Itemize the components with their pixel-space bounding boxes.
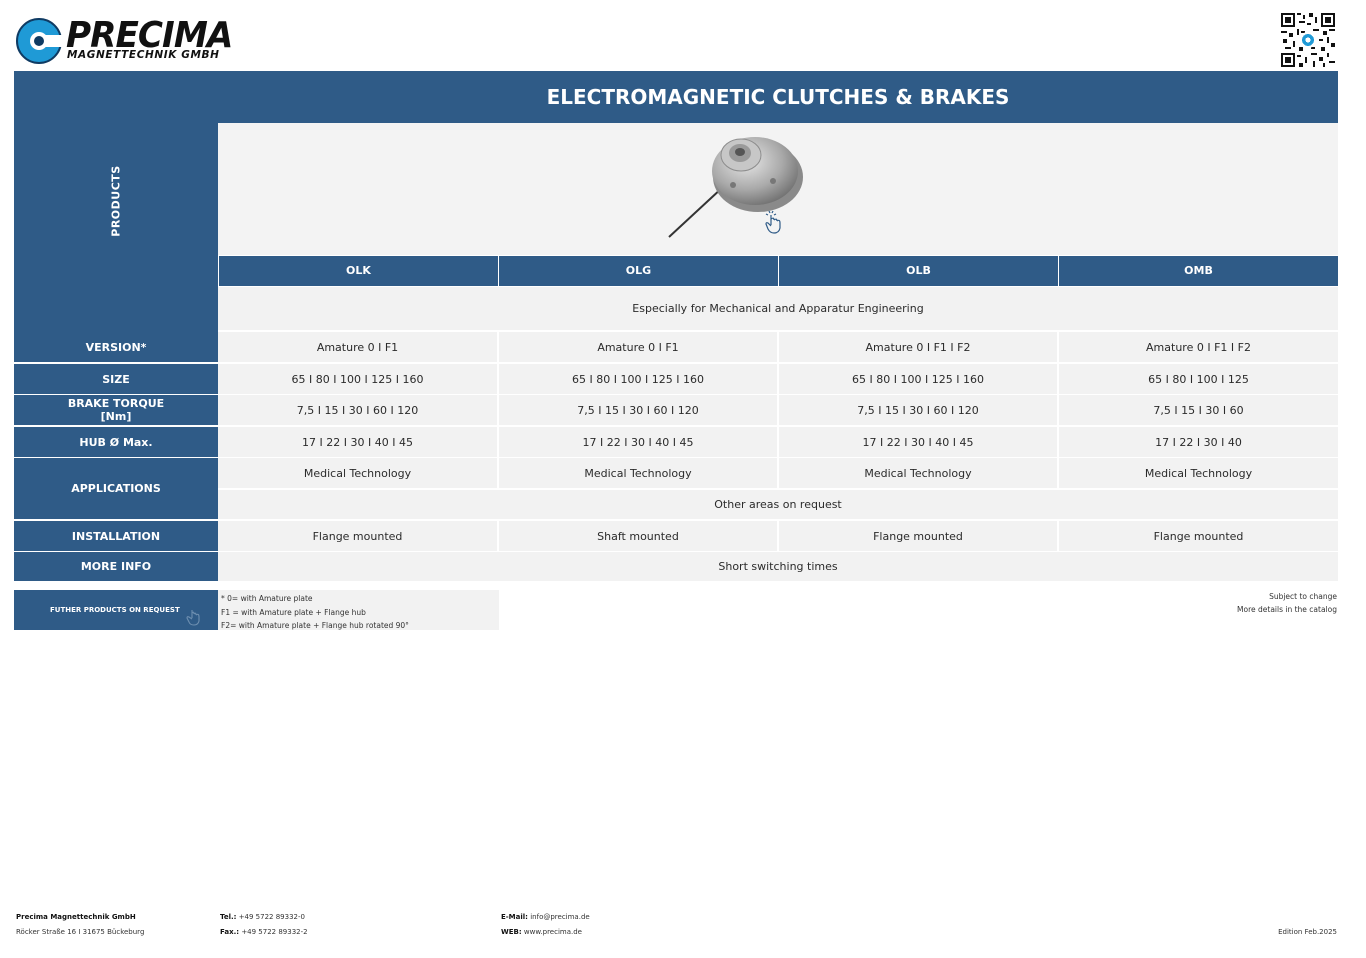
row-label-installation: INSTALLATION	[14, 521, 218, 551]
applications-olk: Medical Technology	[218, 458, 497, 488]
footer-fax: +49 5722 89332-2	[241, 928, 308, 936]
footer-contact-block: E-Mail: info@precima.de WEB: www.precima…	[501, 910, 590, 940]
version-olb: Amature 0 I F1 I F2	[779, 332, 1057, 362]
applications-other: Other areas on request	[218, 490, 1338, 519]
version-omb: Amature 0 I F1 I F2	[1059, 332, 1338, 362]
version-footnotes: * 0= with Amature plate F1 = with Amatur…	[218, 590, 499, 630]
hub-olk: 17 I 22 I 30 I 40 I 45	[218, 427, 497, 457]
size-olb: 65 I 80 I 100 I 125 I 160	[779, 364, 1057, 394]
row-label-size: SIZE	[14, 364, 218, 394]
row-label-applications: APPLICATIONS	[14, 458, 218, 519]
more-info-value: Short switching times	[218, 552, 1338, 581]
footer-tel[interactable]: +49 5722 89332-0	[239, 913, 305, 921]
footer-edition: Edition Feb.2025	[1278, 928, 1337, 936]
footnote-f2: F2= with Amature plate + Flange hub rota…	[221, 621, 409, 630]
hub-olg: 17 I 22 I 30 I 40 I 45	[499, 427, 777, 457]
applications-omb: Medical Technology	[1059, 458, 1338, 488]
row-label-hub: HUB Ø Max.	[14, 427, 218, 457]
footnote-f1: F1 = with Amature plate + Flange hub	[221, 607, 366, 617]
logo-mark-icon	[16, 18, 62, 64]
size-olg: 65 I 80 I 100 I 125 I 160	[499, 364, 777, 394]
version-olk: Amature 0 I F1	[218, 332, 497, 362]
footnote-0: * 0= with Amature plate	[221, 594, 313, 603]
footer-address: Röcker Straße 16 I 31675 Bückeburg	[16, 928, 145, 936]
torque-olk: 7,5 I 15 I 30 I 60 I 120	[218, 395, 497, 425]
installation-olb: Flange mounted	[779, 521, 1057, 551]
product-image-area	[218, 123, 1338, 255]
torque-olb: 7,5 I 15 I 30 I 60 I 120	[779, 395, 1057, 425]
catalog-note: More details in the catalog	[1237, 604, 1337, 614]
page-title: ELECTROMAGNETIC CLUTCHES & BRAKES	[218, 71, 1338, 123]
footer-company-block: Precima Magnettechnik GmbH Röcker Straße…	[16, 910, 144, 940]
version-olg: Amature 0 I F1	[499, 332, 777, 362]
brand-subtitle: MAGNETTECHNIK GMBH	[67, 49, 220, 61]
footer-web-link[interactable]: www.precima.de	[524, 928, 582, 936]
hub-olb: 17 I 22 I 30 I 40 I 45	[779, 427, 1057, 457]
precima-logo: PRECIMA MAGNETTECHNIK GMBH	[16, 16, 233, 64]
torque-olg: 7,5 I 15 I 30 I 60 I 120	[499, 395, 777, 425]
further-products-label: FUTHER PRODUCTS ON REQUEST	[50, 606, 180, 614]
torque-omb: 7,5 I 15 I 30 I 60	[1059, 395, 1338, 425]
applications-olb: Medical Technology	[779, 458, 1057, 488]
hub-omb: 17 I 22 I 30 I 40	[1059, 427, 1338, 457]
row-label-version: VERSION*	[14, 332, 218, 362]
clutch-brake-product-image[interactable]	[663, 125, 813, 243]
size-olk: 65 I 80 I 100 I 125 I 160	[218, 364, 497, 394]
brake-torque-label: BRAKE TORQUE	[67, 397, 165, 410]
applications-olg: Medical Technology	[499, 458, 777, 488]
installation-olk: Flange mounted	[218, 521, 497, 551]
row-label-more-info: MORE INFO	[14, 552, 218, 581]
footer-tel-label: Tel.:	[220, 913, 237, 921]
products-sidebar: PRODUCTS	[14, 71, 218, 332]
footer-company: Precima Magnettechnik GmbH	[16, 913, 136, 921]
size-omb: 65 I 80 I 100 I 125	[1059, 364, 1338, 394]
column-header-omb: OMB	[1059, 256, 1338, 286]
footer-web-label: WEB:	[501, 928, 522, 936]
footer-email-link[interactable]: info@precima.de	[530, 913, 589, 921]
row-label-brake-torque: BRAKE TORQUE [Nm]	[14, 395, 218, 425]
intro-row: Especially for Mechanical and Apparatur …	[218, 287, 1338, 330]
column-header-olb: OLB	[779, 256, 1058, 286]
installation-olg: Shaft mounted	[499, 521, 777, 551]
products-label: PRODUCTS	[109, 165, 123, 237]
brake-torque-unit: [Nm]	[100, 410, 132, 423]
qr-code-icon[interactable]	[1281, 13, 1335, 67]
footer-fax-label: Fax.:	[220, 928, 240, 936]
hand-pointer-icon	[765, 210, 781, 234]
right-notes: Subject to change More details in the ca…	[1237, 591, 1337, 616]
footer-phone-block: Tel.: +49 5722 89332-0 Fax.: +49 5722 89…	[220, 910, 308, 940]
column-header-olk: OLK	[219, 256, 498, 286]
installation-omb: Flange mounted	[1059, 521, 1338, 551]
column-header-olg: OLG	[499, 256, 778, 286]
hand-pointer-icon	[186, 610, 200, 626]
footer-email-label: E-Mail:	[501, 913, 528, 921]
subject-to-change: Subject to change	[1269, 592, 1337, 601]
